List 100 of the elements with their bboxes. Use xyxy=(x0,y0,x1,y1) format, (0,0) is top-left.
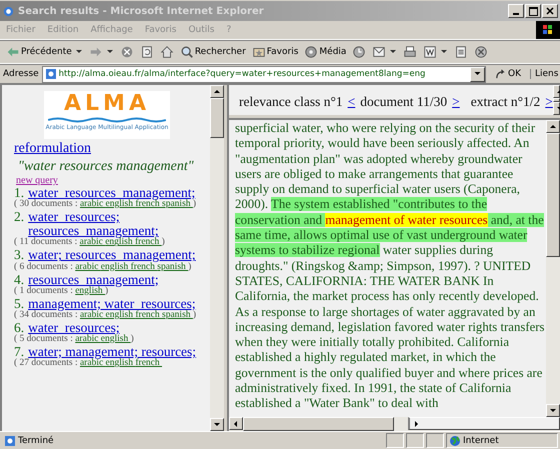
language-link[interactable]: spanish xyxy=(162,310,193,320)
mail-icon xyxy=(372,45,386,59)
extract-position: extract n°1/2 xyxy=(470,94,540,111)
result-link[interactable]: management; water_resources; xyxy=(28,296,196,311)
minimize-button[interactable] xyxy=(508,4,524,18)
language-link[interactable]: english xyxy=(106,310,136,320)
closing-paren: ) xyxy=(192,199,196,210)
language-link[interactable]: french xyxy=(130,262,158,272)
forward-icon xyxy=(88,45,103,59)
page-icon xyxy=(4,434,16,446)
toolbar-button[interactable]: Rechercher xyxy=(178,45,248,59)
caret-icon[interactable] xyxy=(441,50,448,54)
scroll-left-icon[interactable] xyxy=(229,417,243,430)
result-link[interactable]: water_resources; xyxy=(28,320,120,336)
scroll-up-icon[interactable] xyxy=(546,120,560,133)
document-count: ( 6 documents : xyxy=(14,262,73,272)
scrollbar-thumb[interactable] xyxy=(210,98,224,138)
document-count: ( 27 documents : xyxy=(14,358,78,368)
result-link[interactable]: water; management; resources; xyxy=(28,345,196,360)
result-number: 1. xyxy=(14,186,24,200)
language-link[interactable]: french xyxy=(135,310,162,320)
language-link[interactable]: spanish xyxy=(157,262,188,272)
go-button[interactable]: OK xyxy=(489,68,527,80)
close-button[interactable] xyxy=(542,4,558,18)
next-extract-link[interactable]: > xyxy=(545,94,553,115)
windows-logo-icon xyxy=(536,21,560,39)
reformulation-link[interactable]: reformulation xyxy=(14,141,206,157)
maximize-button[interactable] xyxy=(525,4,541,18)
language-link[interactable]: english xyxy=(100,262,131,272)
scrollbar-thumb[interactable] xyxy=(243,417,394,431)
globe-icon xyxy=(449,434,461,446)
result-number: 7. xyxy=(14,345,24,360)
previous-document-link[interactable]: < xyxy=(348,94,356,115)
language-link[interactable]: arabic xyxy=(80,237,106,248)
scroll-up-icon[interactable] xyxy=(552,85,560,98)
scroll-right-icon[interactable] xyxy=(408,417,560,430)
scroll-up-icon[interactable] xyxy=(210,85,224,98)
result-number: 4. xyxy=(14,272,24,287)
caret-icon[interactable] xyxy=(106,50,113,54)
language-link[interactable]: english xyxy=(106,358,136,368)
caret-icon[interactable] xyxy=(390,50,396,54)
scroll-down-icon[interactable] xyxy=(210,418,224,431)
caret-icon[interactable] xyxy=(76,50,82,54)
language-link[interactable]: french xyxy=(135,358,162,368)
address-label: Adresse xyxy=(3,69,39,79)
document-position: document 11/30 xyxy=(360,94,448,111)
language-link[interactable]: arabic xyxy=(80,310,106,320)
dropdown-button[interactable] xyxy=(470,66,485,82)
media-icon xyxy=(304,45,318,59)
status-panel xyxy=(426,433,444,448)
language-link[interactable]: arabic xyxy=(80,199,106,210)
result-link[interactable]: resources_management; xyxy=(28,272,159,287)
new-query-link[interactable]: new query xyxy=(16,175,58,186)
result-link[interactable]: water_resources; resources_management; xyxy=(28,210,206,238)
history-icon xyxy=(352,45,366,59)
status-panel xyxy=(386,433,404,448)
toolbar-button[interactable]: Précédente xyxy=(4,45,74,59)
favorites-icon xyxy=(252,45,266,59)
scrollbar[interactable] xyxy=(210,85,224,431)
links-button[interactable]: Liens xyxy=(530,69,557,79)
language-link[interactable]: arabic xyxy=(75,262,101,272)
language-link[interactable]: english xyxy=(100,334,131,344)
language-link[interactable]: arabic xyxy=(75,334,101,344)
edit-icon xyxy=(423,45,438,59)
security-zone: Internet xyxy=(463,436,499,446)
scrollbar[interactable] xyxy=(546,120,560,417)
scrollbar-thumb[interactable] xyxy=(552,98,560,102)
language-link[interactable]: english xyxy=(75,286,106,296)
toolbar-button[interactable]: Média xyxy=(302,45,348,59)
document-count: ( 30 documents : xyxy=(14,199,78,210)
status-panel xyxy=(406,433,424,448)
language-link[interactable]: arabic xyxy=(80,358,106,368)
scroll-down-icon[interactable] xyxy=(552,102,560,115)
horizontal-scrollbar[interactable] xyxy=(229,417,560,431)
scrollbar[interactable] xyxy=(552,85,560,115)
language-link[interactable]: french xyxy=(135,237,162,248)
language-link[interactable]: english xyxy=(106,199,136,210)
curved-arrow-icon xyxy=(495,68,506,80)
language-link[interactable]: english xyxy=(105,237,136,248)
result-link[interactable]: water; resources_management; xyxy=(28,248,196,263)
home-icon xyxy=(160,45,174,59)
toolbar-button[interactable]: Favoris xyxy=(250,45,300,59)
status-text: Terminé xyxy=(18,436,54,446)
language-link[interactable]: spanish xyxy=(162,199,193,210)
result-number: 3. xyxy=(14,248,24,262)
print-icon xyxy=(403,45,418,59)
language-link[interactable]: french xyxy=(135,199,162,210)
document-count: ( 5 documents : xyxy=(14,334,73,344)
result-number: 5. xyxy=(14,296,24,311)
closing-paren: ) xyxy=(130,334,134,344)
browser-icon xyxy=(2,4,15,18)
stop-icon xyxy=(120,45,134,59)
window-title: Search results - Microsoft Internet Explorer xyxy=(18,6,265,16)
discuss-icon xyxy=(454,45,468,59)
address-field[interactable]: http://alma.oieau.fr/alma/interface?query=water+resources+management8lang=eng xyxy=(42,66,486,82)
scroll-down-icon[interactable] xyxy=(546,404,560,417)
result-link[interactable]: water_resources_management; xyxy=(28,186,196,200)
next-document-link[interactable]: > xyxy=(452,94,460,115)
closing-paren: ) xyxy=(162,237,165,248)
scrollbar-thumb[interactable] xyxy=(546,133,560,257)
